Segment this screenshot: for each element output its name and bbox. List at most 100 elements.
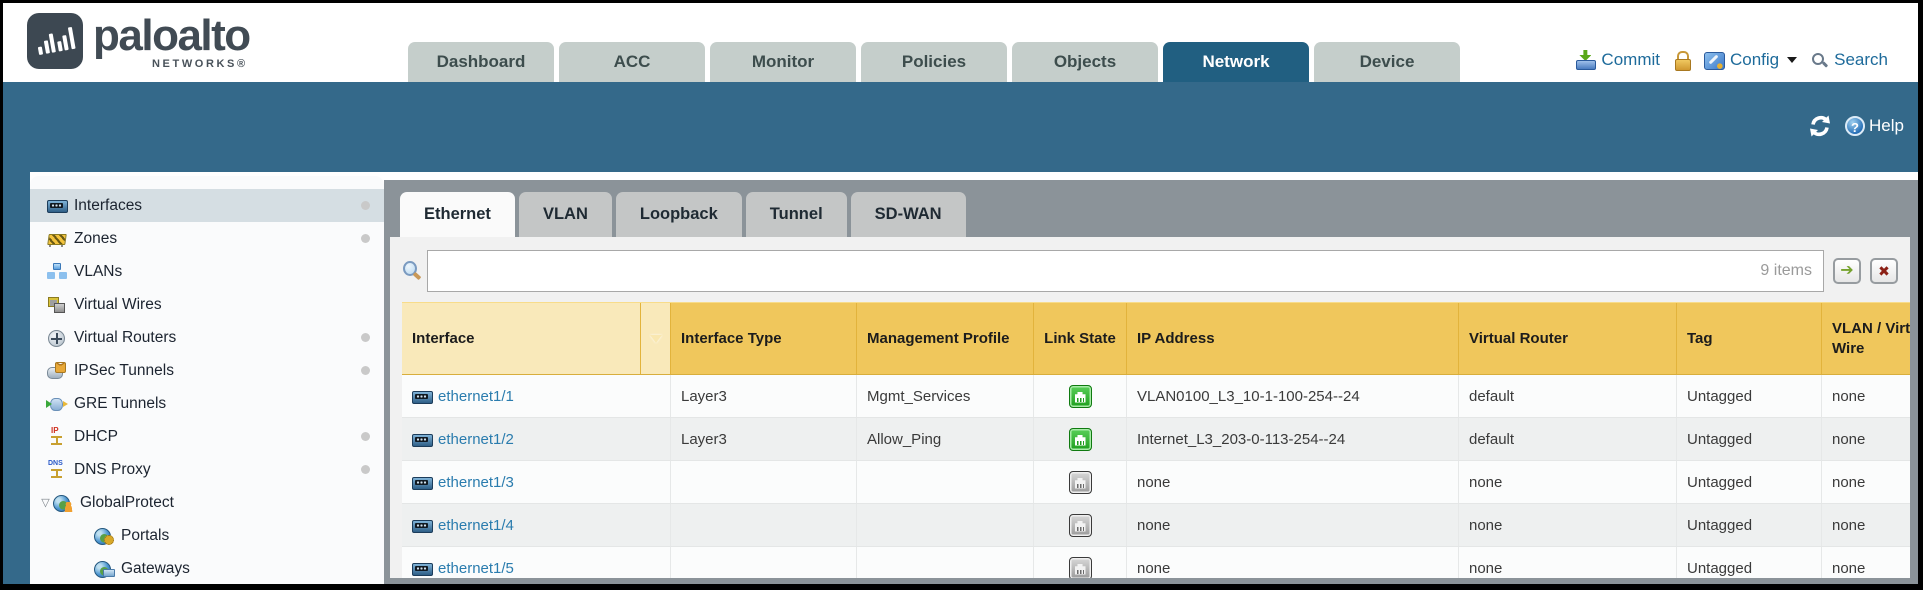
cell: Layer3	[670, 375, 856, 417]
sidebar-item-interfaces[interactable]: Interfaces	[30, 189, 384, 222]
items-count: 9 items	[1760, 262, 1812, 280]
chevron-down-icon	[1787, 57, 1797, 63]
tab-policies[interactable]: Policies	[861, 42, 1007, 82]
sidebar-item-globalprotect[interactable]: GlobalProtect	[30, 486, 384, 519]
interface-link[interactable]: ethernet1/3	[438, 474, 514, 491]
column-header-tag[interactable]: Tag	[1676, 303, 1821, 374]
column-header-interface[interactable]: Interface	[402, 303, 640, 374]
gre-tunnels-icon	[47, 395, 66, 412]
filter-input[interactable]	[427, 250, 1824, 292]
interface-link[interactable]: ethernet1/1	[438, 388, 514, 405]
clear-filter-button[interactable]: ✖	[1870, 258, 1898, 284]
help-button[interactable]: ? Help	[1845, 116, 1904, 136]
tab-sd-wan[interactable]: SD-WAN	[851, 192, 966, 237]
commit-button[interactable]: Commit	[1575, 50, 1660, 70]
search-label: Search	[1834, 50, 1888, 70]
top-actions: Commit Config Search	[1575, 50, 1888, 70]
sidebar-item-virtual-wires[interactable]: Virtual Wires	[30, 288, 384, 321]
column-header-ip-address[interactable]: IP Address	[1126, 303, 1458, 374]
search-button[interactable]: Search	[1811, 50, 1888, 70]
left-teal-strip	[3, 172, 30, 584]
cell	[1033, 418, 1126, 460]
refresh-icon	[1807, 115, 1833, 137]
sidebar-item-dhcp[interactable]: DHCP	[30, 420, 384, 453]
sidebar-item-label: Virtual Wires	[74, 296, 162, 314]
help-label: Help	[1869, 116, 1904, 136]
triangle-expander-icon[interactable]	[38, 496, 53, 509]
table-row: ethernet1/5nonenoneUntaggednone	[402, 547, 1910, 578]
tab-ethernet[interactable]: Ethernet	[400, 192, 515, 237]
sidebar-item-gateways[interactable]: Gateways	[30, 552, 384, 584]
cell	[856, 547, 1033, 578]
interface-link[interactable]: ethernet1/5	[438, 560, 514, 577]
tab-dashboard[interactable]: Dashboard	[408, 42, 554, 82]
interface-cell: ethernet1/4	[402, 504, 670, 546]
tab-monitor[interactable]: Monitor	[710, 42, 856, 82]
tab-loopback[interactable]: Loopback	[616, 192, 742, 237]
sidebar-item-vlans[interactable]: VLANs	[30, 255, 384, 288]
sidebar-item-label: Virtual Routers	[74, 329, 176, 347]
sidebar-item-portals[interactable]: Portals	[30, 519, 384, 552]
sidebar-item-zones[interactable]: Zones	[30, 222, 384, 255]
sidebar-item-dns-proxy[interactable]: DNS Proxy	[30, 453, 384, 486]
cell: Mgmt_Services	[856, 375, 1033, 417]
app-window: paloalto NETWORKS® DashboardACCMonitorPo…	[3, 3, 1918, 584]
sidebar-item-virtual-routers[interactable]: Virtual Routers	[30, 321, 384, 354]
sort-dropdown-button[interactable]	[640, 303, 670, 374]
apply-filter-button[interactable]: ➔	[1833, 258, 1861, 284]
sidebar-item-label: Zones	[74, 230, 117, 248]
link-state-down-icon	[1069, 514, 1092, 537]
table-row: ethernet1/1 Layer3Mgmt_Services VLAN0100_L…	[402, 375, 1910, 418]
interface-cell: ethernet1/3	[402, 461, 670, 503]
cell: none	[1458, 547, 1676, 578]
sidebar-item-label: DNS Proxy	[74, 461, 151, 479]
sidebar-item-ipsec-tunnels[interactable]: IPSec Tunnels	[30, 354, 384, 387]
logo-bars-icon	[35, 27, 75, 55]
cell: none	[1126, 504, 1458, 546]
submenu-dot-icon	[361, 432, 370, 441]
virtual-routers-icon	[47, 329, 66, 346]
cell	[670, 504, 856, 546]
column-header-virtual-router[interactable]: Virtual Router	[1458, 303, 1676, 374]
tab-device[interactable]: Device	[1314, 42, 1460, 82]
lock-button[interactable]	[1674, 51, 1690, 70]
cell: Allow_Ping	[856, 418, 1033, 460]
paloalto-logo: paloalto NETWORKS®	[27, 13, 250, 70]
logo-text: paloalto NETWORKS®	[93, 13, 250, 70]
interfaces-icon	[47, 197, 66, 214]
interface-icon	[412, 560, 431, 577]
tab-vlan[interactable]: VLAN	[519, 192, 612, 237]
interface-link[interactable]: ethernet1/4	[438, 517, 514, 534]
dns-proxy-icon	[47, 461, 66, 478]
logo-brand: paloalto	[93, 13, 250, 59]
cell: Untagged	[1676, 418, 1821, 460]
cell: none	[1821, 547, 1910, 578]
sidebar: Interfaces Zones VLANs Virtual Wires Virtual…	[30, 176, 384, 584]
help-icon: ?	[1845, 116, 1865, 136]
sidebar-item-label: DHCP	[74, 428, 118, 446]
column-header-interface-type[interactable]: Interface Type	[670, 303, 856, 374]
sidebar-item-label: GRE Tunnels	[74, 395, 166, 413]
sidebar-item-gre-tunnels[interactable]: GRE Tunnels	[30, 387, 384, 420]
tab-objects[interactable]: Objects	[1012, 42, 1158, 82]
tab-network[interactable]: Network	[1163, 42, 1309, 82]
column-header-vlan-virtual-wire[interactable]: VLAN / Virtual Wire	[1821, 303, 1910, 374]
tab-tunnel[interactable]: Tunnel	[746, 192, 847, 237]
cell: none	[1126, 461, 1458, 503]
column-header-management-profile[interactable]: Management Profile	[856, 303, 1033, 374]
interface-link[interactable]: ethernet1/2	[438, 431, 514, 448]
config-button[interactable]: Config	[1704, 50, 1797, 70]
column-header-link-state[interactable]: Link State	[1033, 303, 1126, 374]
cell: default	[1458, 375, 1676, 417]
lock-icon	[1674, 51, 1690, 70]
green-arrow-icon: ➔	[1840, 263, 1853, 279]
logo-subtitle: NETWORKS®	[152, 58, 250, 70]
cell: VLAN0100_L3_10-1-100-254--24	[1126, 375, 1458, 417]
search-icon	[1811, 52, 1828, 69]
refresh-button[interactable]	[1807, 115, 1833, 137]
table-row: ethernet1/3nonenoneUntaggednone	[402, 461, 1910, 504]
globalprotect-icon	[53, 494, 72, 511]
tab-acc[interactable]: ACC	[559, 42, 705, 82]
link-state-down-icon	[1069, 557, 1092, 579]
interface-icon	[412, 517, 431, 534]
